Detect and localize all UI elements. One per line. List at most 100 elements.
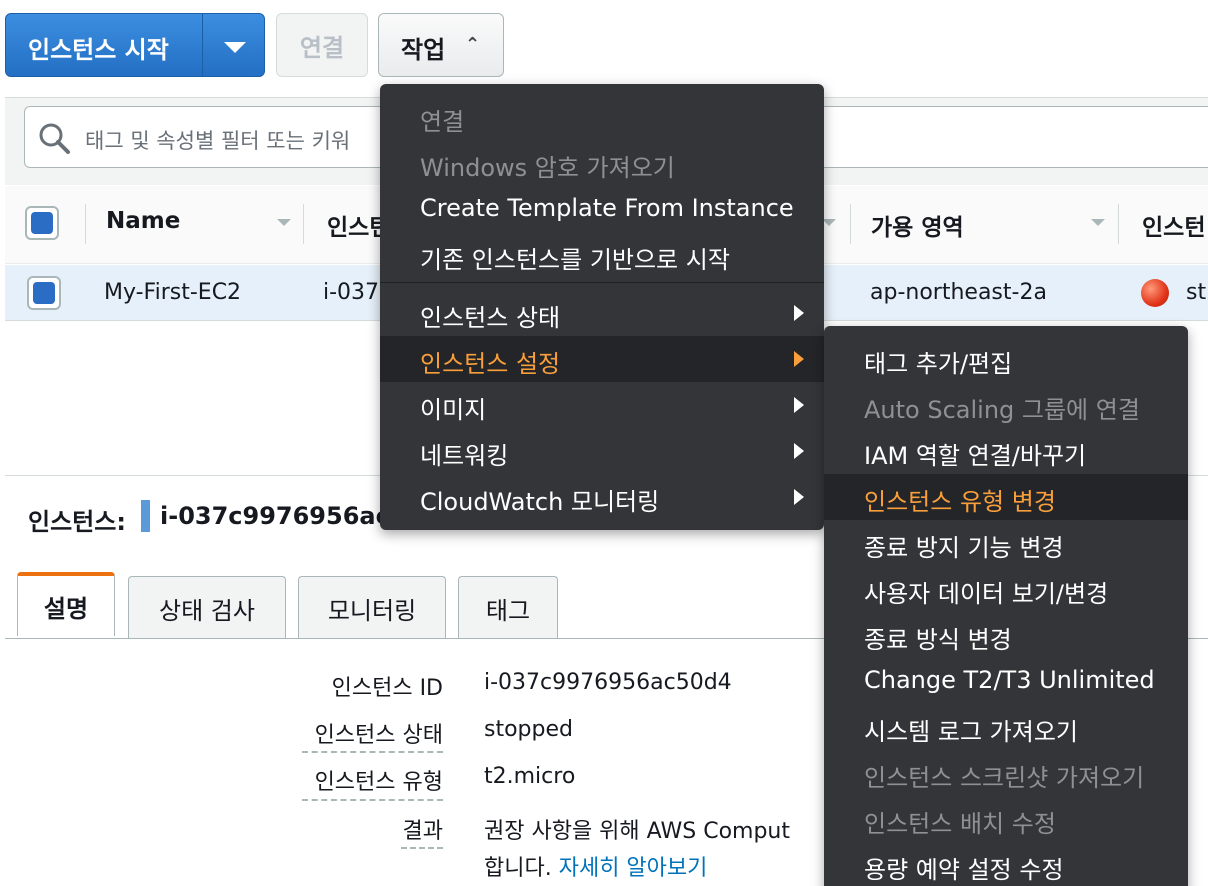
- menu-item-connect[interactable]: 연결: [380, 94, 824, 140]
- submenu-item-user-data[interactable]: 사용자 데이터 보기/변경: [824, 566, 1188, 612]
- menu-item-label: Windows 암호 가져오기: [420, 154, 675, 182]
- tab-monitoring[interactable]: 모니터링: [298, 576, 446, 639]
- column-divider: [1118, 204, 1119, 244]
- menu-item-label: 네트워킹: [420, 442, 509, 470]
- tab-label: 모니터링: [327, 596, 417, 625]
- submenu-item-add-edit-tags[interactable]: 태그 추가/편집: [824, 336, 1188, 382]
- submenu-item-termination-protection[interactable]: 종료 방지 기능 변경: [824, 520, 1188, 566]
- cell-name: My-First-EC2: [104, 280, 242, 305]
- search-placeholder: 태그 및 속성별 필터 또는 키워: [85, 129, 351, 153]
- learn-more-link[interactable]: 자세히 알아보기: [559, 856, 708, 881]
- menu-item-label: 인스턴스 상태: [420, 304, 561, 332]
- menu-item-create-template[interactable]: Create Template From Instance: [380, 186, 824, 232]
- menu-item-instance-settings[interactable]: 인스턴스 설정: [380, 336, 824, 382]
- menu-item-get-windows-password[interactable]: Windows 암호 가져오기: [380, 140, 824, 186]
- actions-menu: 연결 Windows 암호 가져오기 Create Template From …: [380, 84, 824, 530]
- tooltip-underline: [302, 751, 443, 753]
- cell-instance-id: i-037: [323, 280, 380, 305]
- menu-item-label: 종료 방지 기능 변경: [864, 534, 1064, 562]
- menu-item-label: 인스턴스 유형 변경: [864, 488, 1056, 516]
- menu-item-label: Change T2/T3 Unlimited: [864, 666, 1155, 694]
- submenu-item-screenshot[interactable]: 인스턴스 스크린샷 가져오기: [824, 750, 1188, 796]
- actions-button[interactable]: 작업 ⌃: [378, 13, 504, 77]
- select-all-checkbox[interactable]: [25, 206, 59, 240]
- submenu-item-t2-t3-unlimited[interactable]: Change T2/T3 Unlimited: [824, 658, 1188, 704]
- field-value-instance-type: t2.micro: [484, 764, 576, 789]
- tab-description[interactable]: 설명: [17, 572, 115, 636]
- column-header-instance-state[interactable]: 인스턴: [1142, 208, 1205, 242]
- submenu-item-system-log[interactable]: 시스템 로그 가져오기: [824, 704, 1188, 750]
- stopped-status-icon: [1141, 279, 1169, 307]
- sort-icon[interactable]: [1091, 219, 1105, 226]
- detail-instance-id: i-037c9976956ac: [160, 502, 390, 530]
- menu-separator: [380, 282, 824, 283]
- menu-item-label: Create Template From Instance: [420, 194, 794, 222]
- actions-label: 작업: [401, 36, 446, 64]
- field-label-instance-type[interactable]: 인스턴스 유형: [315, 764, 443, 796]
- menu-item-image[interactable]: 이미지: [380, 382, 824, 428]
- field-label-instance-state[interactable]: 인스턴스 상태: [315, 717, 443, 749]
- instance-settings-submenu: 태그 추가/편집 Auto Scaling 그룹에 연결 IAM 역할 연결/바…: [824, 326, 1188, 886]
- menu-item-label: CloudWatch 모니터링: [420, 488, 660, 516]
- menu-item-instance-state[interactable]: 인스턴스 상태: [380, 290, 824, 336]
- submenu-arrow-icon: [794, 351, 804, 367]
- launch-instance-button[interactable]: 인스턴스 시작: [5, 13, 265, 77]
- tab-label: 태그: [485, 596, 531, 625]
- detail-title: 인스턴스:: [28, 508, 126, 536]
- menu-item-label: 기존 인스턴스를 기반으로 시작: [420, 246, 730, 274]
- menu-item-label: 인스턴스 스크린샷 가져오기: [864, 764, 1145, 792]
- chevron-up-icon: ⌃: [465, 34, 481, 55]
- sort-icon[interactable]: [277, 219, 291, 226]
- submenu-item-capacity-reservation[interactable]: 용량 예약 설정 수정: [824, 842, 1188, 886]
- menu-item-label: Auto Scaling 그룹에 연결: [864, 396, 1140, 424]
- menu-item-label: IAM 역할 연결/바꾸기: [864, 442, 1087, 470]
- submenu-item-attach-to-asg[interactable]: Auto Scaling 그룹에 연결: [824, 382, 1188, 428]
- menu-item-label: 용량 예약 설정 수정: [864, 856, 1064, 884]
- field-value-result-line2: 합니다. 자세히 알아보기: [484, 850, 707, 882]
- menu-item-cloudwatch-monitoring[interactable]: CloudWatch 모니터링: [380, 474, 824, 520]
- caret-down-icon[interactable]: [224, 42, 246, 53]
- column-header-availability-zone[interactable]: 가용 영역: [871, 208, 964, 242]
- row-checkbox[interactable]: [27, 276, 61, 310]
- tab-label: 상태 검사: [159, 596, 255, 625]
- submenu-item-change-instance-type[interactable]: 인스턴스 유형 변경: [824, 474, 1188, 520]
- column-header-name[interactable]: Name: [106, 208, 180, 234]
- field-value-result: 권장 사항을 위해 AWS Comput: [484, 819, 791, 844]
- submenu-item-shutdown-behavior[interactable]: 종료 방식 변경: [824, 612, 1188, 658]
- tab-label: 설명: [43, 594, 89, 623]
- sort-icon[interactable]: [822, 219, 836, 226]
- result-text: 합니다.: [484, 856, 552, 881]
- button-divider: [202, 14, 203, 76]
- menu-item-label: 태그 추가/편집: [864, 350, 1013, 378]
- tooltip-underline: [302, 799, 443, 801]
- submenu-item-iam-role[interactable]: IAM 역할 연결/바꾸기: [824, 428, 1188, 474]
- column-divider: [85, 204, 86, 244]
- cell-availability-zone: ap-northeast-2a: [870, 280, 1047, 305]
- submenu-arrow-icon: [794, 443, 804, 459]
- search-icon: [39, 123, 70, 154]
- field-value-instance-state: stopped: [484, 717, 573, 742]
- launch-instance-label: 인스턴스 시작: [28, 36, 169, 64]
- tooltip-underline: [401, 847, 443, 849]
- menu-item-label: 인스턴스 배치 수정: [864, 810, 1056, 838]
- menu-item-launch-more-like-this[interactable]: 기존 인스턴스를 기반으로 시작: [380, 232, 824, 278]
- connect-label: 연결: [299, 33, 345, 62]
- menu-item-label: 종료 방식 변경: [864, 626, 1012, 654]
- menu-item-label: 사용자 데이터 보기/변경: [864, 580, 1109, 608]
- menu-item-label: 연결: [420, 108, 465, 136]
- submenu-arrow-icon: [794, 397, 804, 413]
- menu-item-networking[interactable]: 네트워킹: [380, 428, 824, 474]
- connect-button[interactable]: 연결: [276, 13, 368, 77]
- submenu-arrow-icon: [794, 489, 804, 505]
- instance-marker: [141, 500, 150, 532]
- menu-item-label: 시스템 로그 가져오기: [864, 718, 1078, 746]
- tab-tags[interactable]: 태그: [458, 576, 558, 639]
- submenu-arrow-icon: [794, 305, 804, 321]
- tab-status-checks[interactable]: 상태 검사: [128, 576, 286, 639]
- field-value-instance-id: i-037c9976956ac50d4: [484, 670, 732, 695]
- submenu-item-modify-placement[interactable]: 인스턴스 배치 수정: [824, 796, 1188, 842]
- field-label-result[interactable]: 결과: [403, 813, 443, 845]
- field-label-instance-id: 인스턴스 ID: [331, 676, 443, 701]
- cell-instance-state: st: [1186, 280, 1207, 305]
- menu-item-label: 이미지: [420, 396, 487, 424]
